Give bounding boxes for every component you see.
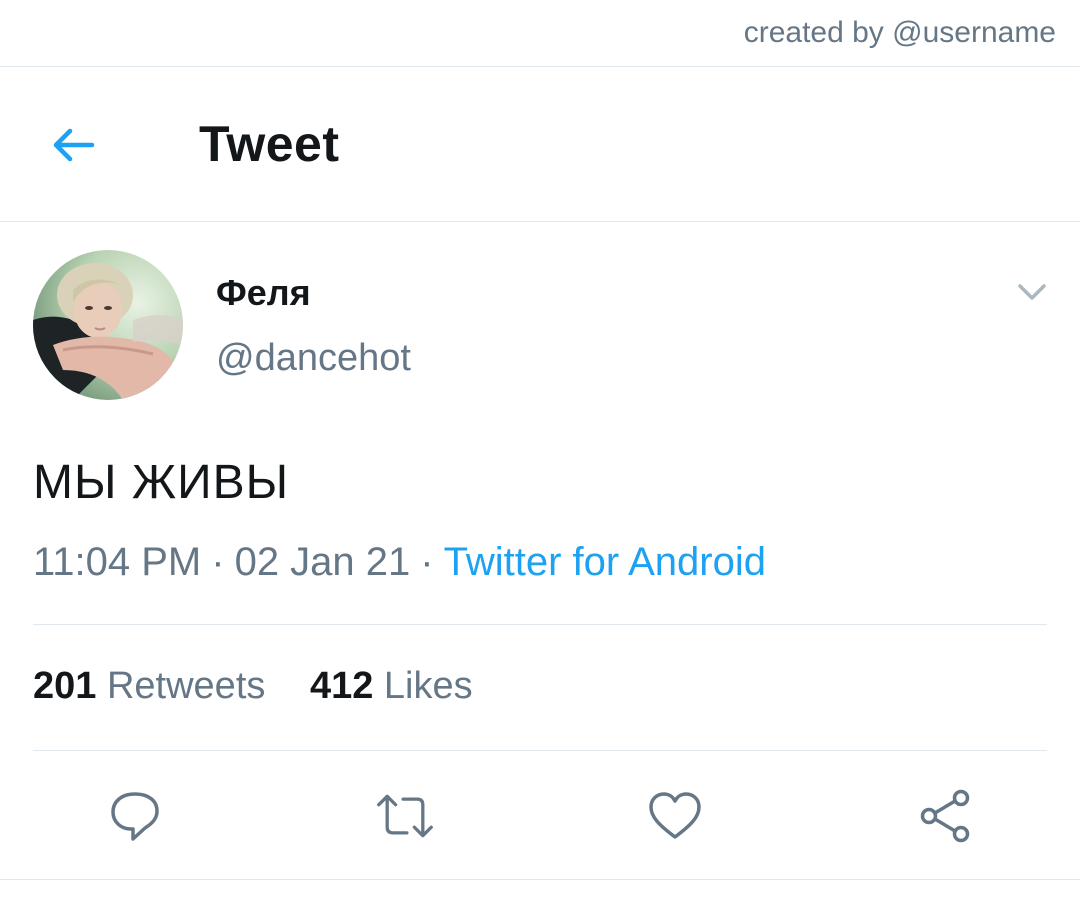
user-handle[interactable]: @dancehot	[216, 337, 411, 380]
likes-count: 412	[309, 665, 374, 707]
retweet-icon	[377, 794, 433, 838]
user-display-name[interactable]: Феля	[216, 272, 311, 314]
likes-label: Likes	[383, 665, 473, 707]
tweet-actions-bar	[0, 752, 1080, 879]
divider	[33, 624, 1047, 625]
tweet-options-button[interactable]	[1012, 278, 1052, 308]
retweets-stat[interactable]: 201 Retweets	[33, 665, 265, 707]
meta-separator: ·	[211, 540, 225, 584]
page-title: Tweet	[199, 116, 340, 172]
top-app-bar: Tweet	[0, 67, 1080, 222]
heart-icon	[649, 792, 701, 839]
divider	[33, 750, 1047, 751]
retweets-label: Retweets	[106, 665, 266, 707]
share-button[interactable]	[915, 786, 975, 846]
like-button[interactable]	[645, 786, 705, 846]
tweet-date: 02 Jan 21	[234, 540, 411, 584]
watermark-bar: created by @username	[0, 0, 1080, 67]
chevron-down-icon	[1018, 284, 1046, 300]
watermark-text: created by @username	[743, 16, 1056, 49]
reply-icon	[111, 792, 159, 841]
avatar-photo	[33, 250, 183, 400]
likes-stat[interactable]: 412 Likes	[310, 665, 473, 707]
share-icon	[920, 789, 970, 843]
avatar[interactable]	[33, 250, 183, 400]
arrow-left-icon	[53, 128, 95, 162]
back-button[interactable]	[48, 120, 108, 170]
tweet-text: МЫ ЖИВЫ	[33, 456, 290, 509]
reply-button[interactable]	[105, 786, 165, 846]
retweet-button[interactable]	[375, 786, 435, 846]
retweets-count: 201	[33, 665, 97, 707]
bottom-divider	[0, 879, 1080, 880]
meta-separator: ·	[420, 540, 434, 584]
tweet-meta: 11:04 PM · 02 Jan 21 · Twitter for Android	[33, 540, 766, 585]
tweet-source-link[interactable]: Twitter for Android	[444, 540, 766, 584]
tweet-stats: 201 Retweets 412 Likes	[33, 665, 507, 708]
tweet-time: 11:04 PM	[33, 540, 202, 584]
